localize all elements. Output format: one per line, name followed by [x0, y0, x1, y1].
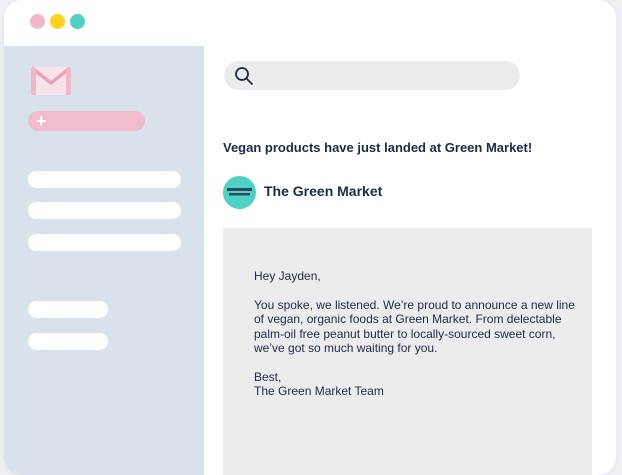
plus-icon: +: [36, 111, 47, 131]
minimize-window-button[interactable]: [50, 14, 65, 29]
email-body-panel: Hey Jayden, You spoke, we listened. We’r…: [223, 228, 592, 475]
compose-button[interactable]: +: [28, 111, 145, 131]
sidebar: +: [4, 46, 204, 475]
sidebar-item-inbox[interactable]: [28, 171, 181, 188]
maximize-window-button[interactable]: [70, 14, 85, 29]
sender-avatar: [223, 176, 256, 209]
sidebar-item-label-one[interactable]: [28, 301, 108, 318]
email-signoff: Best,: [254, 369, 282, 384]
sidebar-item-sent[interactable]: [28, 234, 181, 251]
email-client-window: + Vegan products have just landed at Gre…: [4, 0, 616, 475]
gmail-m-icon[interactable]: [30, 64, 72, 98]
email-greeting: Hey Jayden,: [254, 269, 321, 283]
email-paragraph: You spoke, we listened. We’re proud to a…: [254, 297, 575, 356]
search-icon: [234, 66, 254, 86]
email-subject: Vegan products have just landed at Green…: [223, 140, 533, 155]
title-bar: [4, 0, 616, 46]
close-window-button[interactable]: [30, 14, 45, 29]
sidebar-item-starred[interactable]: [28, 202, 181, 219]
sidebar-item-label-two[interactable]: [28, 333, 108, 350]
email-body: Hey Jayden, You spoke, we listened. We’r…: [254, 269, 582, 413]
search-bar[interactable]: [224, 61, 520, 90]
email-signature: The Green Market Team: [254, 384, 384, 398]
sender-name: The Green Market: [264, 183, 383, 199]
